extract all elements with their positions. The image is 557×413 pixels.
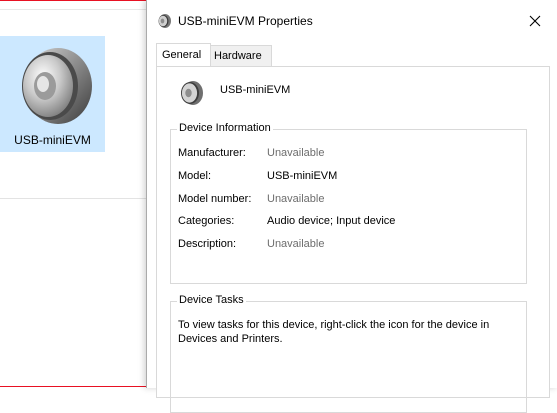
general-panel: USB-miniEVM Device Information Manufactu…: [156, 66, 550, 413]
info-label: Model number:: [178, 193, 252, 205]
info-label: Description:: [178, 238, 237, 250]
info-value: Unavailable: [267, 238, 325, 250]
tab-hardware[interactable]: Hardware: [208, 45, 272, 66]
close-icon: [529, 15, 541, 27]
speaker-icon: [22, 48, 92, 124]
info-value: Audio device; Input device: [267, 215, 396, 227]
info-value: Unavailable: [267, 193, 325, 205]
close-button[interactable]: [512, 0, 557, 42]
info-label: Manufacturer:: [178, 147, 246, 159]
info-label: Categories:: [178, 215, 235, 227]
device-name: USB-miniEVM: [220, 84, 291, 96]
speaker-icon: [158, 14, 171, 28]
device-tasks-group: Device Tasks To view tasks for this devi…: [170, 294, 527, 413]
divider: [0, 9, 146, 10]
info-value: USB-miniEVM: [267, 170, 338, 182]
device-information-group: Device Information Manufacturer: Unavail…: [170, 122, 527, 284]
info-label: Model:: [178, 170, 212, 182]
speaker-icon: [181, 81, 203, 105]
device-tasks-text: To view tasks for this device, right-cli…: [178, 319, 490, 345]
info-value: Unavailable: [267, 147, 325, 159]
tab-general[interactable]: General: [156, 43, 211, 66]
divider: [0, 198, 146, 199]
properties-dialog: USB-miniEVM Properties General Hardware …: [146, 0, 557, 413]
device-tile-label: USB-miniEVM: [14, 133, 91, 147]
group-legend: Device Information: [177, 122, 273, 134]
title-bar[interactable]: USB-miniEVM Properties: [147, 0, 557, 42]
group-legend: Device Tasks: [177, 294, 246, 306]
dialog-title: USB-miniEVM Properties: [178, 14, 313, 28]
device-tile-usb-minievm[interactable]: USB-miniEVM: [0, 36, 105, 152]
